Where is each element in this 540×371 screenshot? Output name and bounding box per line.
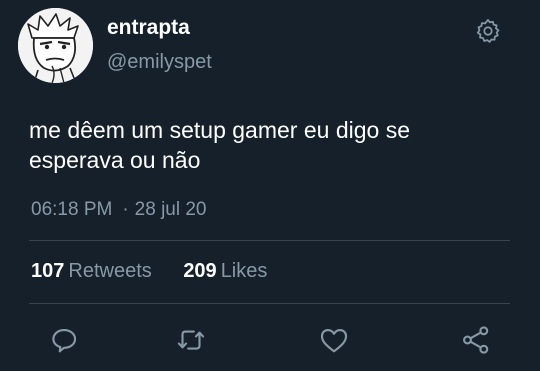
timestamp-separator: · (122, 199, 129, 220)
tweet-time: 06:18 PM (31, 199, 113, 220)
likes-label: Likes (220, 260, 268, 282)
tweet-text: me dêem um setup gamer eu digo se espera… (29, 115, 519, 175)
display-name[interactable]: entrapta (107, 16, 190, 40)
retweets-label: Retweets (68, 260, 152, 282)
divider (29, 240, 510, 241)
like-icon[interactable] (317, 323, 351, 357)
retweets-count: 107 (31, 260, 65, 282)
tweet-date: 28 jul 20 (134, 199, 207, 220)
gear-icon[interactable] (474, 17, 502, 45)
retweets-stat[interactable]: 107 Retweets (31, 260, 152, 283)
retweet-icon[interactable] (174, 323, 208, 357)
divider (29, 303, 510, 304)
avatar-cartoon-face-icon (18, 8, 93, 83)
tweet-text-line-1: me dêem um setup gamer eu digo se (29, 117, 410, 143)
reply-icon[interactable] (47, 323, 81, 357)
tweet-text-line-2: esperava ou não (29, 147, 201, 173)
likes-count: 209 (183, 260, 217, 282)
tweet-timestamp[interactable]: 06:18 PM · 28 jul 20 (31, 199, 207, 221)
tweet-stats: 107 Retweets 209 Likes (31, 260, 293, 283)
user-handle[interactable]: @emilyspet (107, 51, 212, 74)
share-icon[interactable] (459, 323, 493, 357)
likes-stat[interactable]: 209 Likes (183, 260, 267, 283)
avatar[interactable] (18, 8, 93, 83)
